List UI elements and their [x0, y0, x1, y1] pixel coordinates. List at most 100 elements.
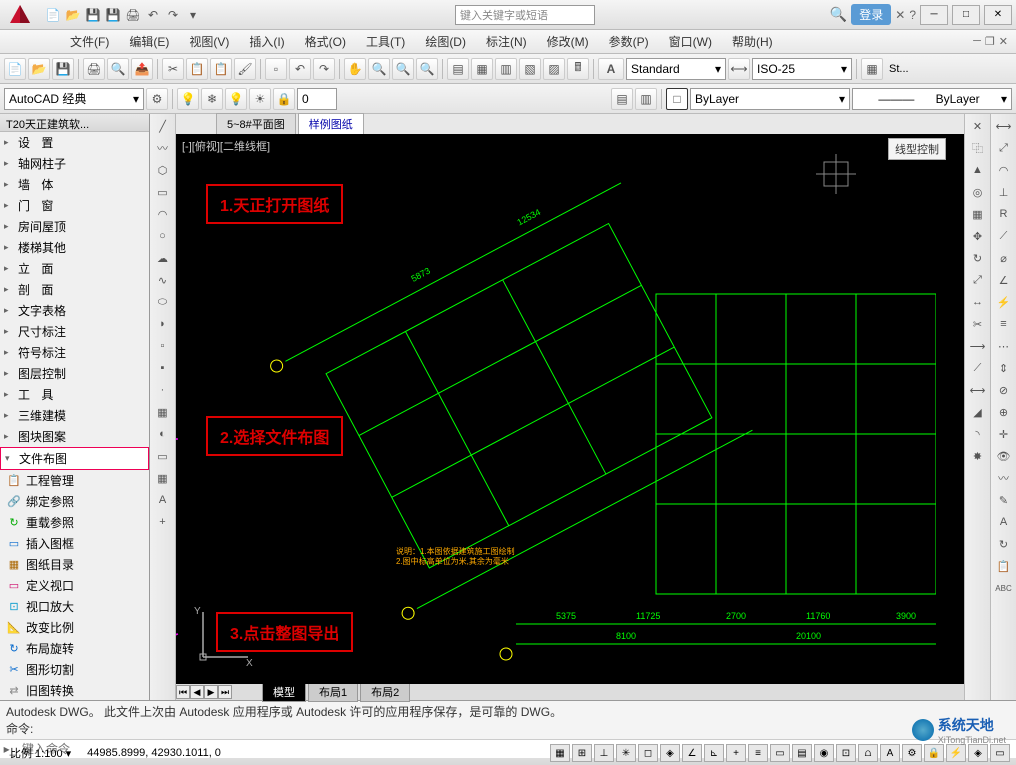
tree-item-11[interactable]: ▸图层控制 — [0, 363, 149, 384]
menu-window[interactable]: 窗口(W) — [659, 30, 722, 53]
tree-item-5[interactable]: ▸楼梯其他 — [0, 237, 149, 258]
markup-icon[interactable]: ▨ — [543, 58, 565, 80]
pan-icon[interactable]: ✋ — [344, 58, 366, 80]
dim-continue-icon[interactable]: ⋯ — [994, 336, 1014, 356]
offset-icon[interactable]: ◎ — [968, 182, 988, 202]
sc-toggle[interactable]: ◉ — [814, 744, 834, 762]
layer-icon[interactable]: 💡 — [177, 88, 199, 110]
copy-obj-icon[interactable]: ⿻ — [968, 138, 988, 158]
tree-item-15[interactable]: ▾文件布图 — [0, 447, 149, 470]
tool-palette-icon[interactable]: ▥ — [495, 58, 517, 80]
spline-icon[interactable]: ∿ — [153, 270, 173, 290]
clean-screen-toggle[interactable]: ▭ — [990, 744, 1010, 762]
dim-linear-icon[interactable]: ⟷ — [994, 116, 1014, 136]
dim-arc-icon[interactable]: ◠ — [994, 160, 1014, 180]
gradient-icon[interactable]: ◐ — [153, 424, 173, 444]
qat-new-icon[interactable]: 📄 — [44, 6, 62, 24]
text-style-dropdown[interactable]: Standard▾ — [626, 58, 726, 80]
trim-icon[interactable]: ✂ — [968, 314, 988, 334]
abc-icon[interactable]: ABC — [994, 578, 1014, 598]
qat-dropdown-icon[interactable]: ▾ — [184, 6, 202, 24]
layer-off-icon[interactable]: 💡 — [225, 88, 247, 110]
tree-item-7[interactable]: ▸剖 面 — [0, 279, 149, 300]
search-icon[interactable]: 🔍 — [830, 6, 847, 23]
rotate-icon[interactable]: ↻ — [968, 248, 988, 268]
menu-modify[interactable]: 修改(M) — [537, 30, 599, 53]
file-item-2[interactable]: ↻重载参照 — [0, 512, 149, 533]
menu-param[interactable]: 参数(P) — [599, 30, 659, 53]
osnap-toggle[interactable]: ◻ — [638, 744, 658, 762]
workspace-settings-icon[interactable]: ⚙ — [146, 88, 168, 110]
menu-tools[interactable]: 工具(T) — [356, 30, 415, 53]
dim-radius-icon[interactable]: R — [994, 204, 1014, 224]
circle-icon[interactable]: ○ — [153, 226, 173, 246]
drawing-canvas[interactable]: [-][俯视][二维线框] 线型控制 5873 12534 — [176, 134, 964, 684]
qat-plot-icon[interactable]: 🖨 — [124, 6, 142, 24]
file-item-5[interactable]: ▭定义视口 — [0, 575, 149, 596]
ann-auto-toggle[interactable]: A — [880, 744, 900, 762]
paste-icon[interactable]: 📋 — [210, 58, 232, 80]
calc-icon[interactable]: 🖩 — [567, 58, 589, 80]
menu-edit[interactable]: 编辑(E) — [119, 30, 179, 53]
block-icon[interactable]: ▫ — [265, 58, 287, 80]
table-style-icon[interactable]: ▦ — [861, 58, 883, 80]
number-input[interactable]: 0 — [297, 88, 337, 110]
doc-restore-icon[interactable]: ❐ — [985, 35, 995, 48]
publish-icon[interactable]: 📤 — [131, 58, 153, 80]
tree-item-3[interactable]: ▸门 窗 — [0, 195, 149, 216]
login-button[interactable]: 登录 — [851, 4, 891, 25]
snap-toggle[interactable]: ▦ — [550, 744, 570, 762]
menu-dim[interactable]: 标注(N) — [476, 30, 537, 53]
tree-item-1[interactable]: ▸轴网柱子 — [0, 153, 149, 174]
qp-toggle[interactable]: ▤ — [792, 744, 812, 762]
dim-jogline-icon[interactable]: 〰 — [994, 468, 1014, 488]
qat-save-icon[interactable]: 💾 — [84, 6, 102, 24]
tab-prev-icon[interactable]: ◀ — [190, 685, 204, 699]
file-item-0[interactable]: 📋工程管理 — [0, 470, 149, 491]
menu-file[interactable]: 文件(F) — [60, 30, 119, 53]
layer-props-icon[interactable]: ▤ — [611, 88, 633, 110]
file-item-7[interactable]: 📐改变比例 — [0, 617, 149, 638]
ellipse-icon[interactable]: ⬭ — [153, 292, 173, 312]
ducs-toggle[interactable]: ⊾ — [704, 744, 724, 762]
polar-toggle[interactable]: ✳ — [616, 744, 636, 762]
doc-minimize-icon[interactable]: ─ — [973, 35, 981, 48]
ws-toggle[interactable]: ⚙ — [902, 744, 922, 762]
qat-undo-icon[interactable]: ↶ — [144, 6, 162, 24]
dim-style-dropdown[interactable]: ISO-25▾ — [752, 58, 852, 80]
linetype-dropdown[interactable]: ———ByLayer▾ — [852, 88, 1012, 110]
plot-icon[interactable]: 🖨 — [83, 58, 105, 80]
layer-color-dropdown[interactable]: ByLayer▾ — [690, 88, 850, 110]
minimize-button[interactable]: ─ — [920, 5, 948, 25]
lock-ui-toggle[interactable]: 🔒 — [924, 744, 944, 762]
tree-item-8[interactable]: ▸文字表格 — [0, 300, 149, 321]
insert-block-icon[interactable]: ▫ — [153, 336, 173, 356]
file-item-1[interactable]: 🔗绑定参照 — [0, 491, 149, 512]
zoom-realtime-icon[interactable]: 🔍 — [368, 58, 390, 80]
tolerance-icon[interactable]: ⊕ — [994, 402, 1014, 422]
zoom-window-icon[interactable]: 🔍 — [392, 58, 414, 80]
hw-accel-toggle[interactable]: ⚡ — [946, 744, 966, 762]
layout1-tab[interactable]: 布局1 — [308, 682, 358, 702]
dim-update-icon[interactable]: ↻ — [994, 534, 1014, 554]
layer-iso-icon[interactable]: ▥ — [635, 88, 657, 110]
color-swatch[interactable]: □ — [666, 88, 688, 110]
extend-icon[interactable]: ⟶ — [968, 336, 988, 356]
hatch-icon[interactable]: ▦ — [153, 402, 173, 422]
copy-icon[interactable]: 📋 — [186, 58, 208, 80]
props-icon[interactable]: ▤ — [447, 58, 469, 80]
polyline-icon[interactable]: 〰 — [153, 138, 173, 158]
dyn-toggle[interactable]: + — [726, 744, 746, 762]
help-search-input[interactable]: 键入关键字或短语 — [455, 5, 595, 25]
center-mark-icon[interactable]: ✛ — [994, 424, 1014, 444]
dim-break-icon[interactable]: ⊘ — [994, 380, 1014, 400]
doc-close-icon[interactable]: ✕ — [999, 35, 1008, 48]
array-icon[interactable]: ▦ — [968, 204, 988, 224]
menu-help[interactable]: 帮助(H) — [722, 30, 783, 53]
new-icon[interactable]: 📄 — [4, 58, 26, 80]
tree-item-12[interactable]: ▸工 具 — [0, 384, 149, 405]
grid-toggle[interactable]: ⊞ — [572, 744, 592, 762]
open-icon[interactable]: 📂 — [28, 58, 50, 80]
make-block-icon[interactable]: ▪ — [153, 358, 173, 378]
dim-baseline-icon[interactable]: ≡ — [994, 314, 1014, 334]
